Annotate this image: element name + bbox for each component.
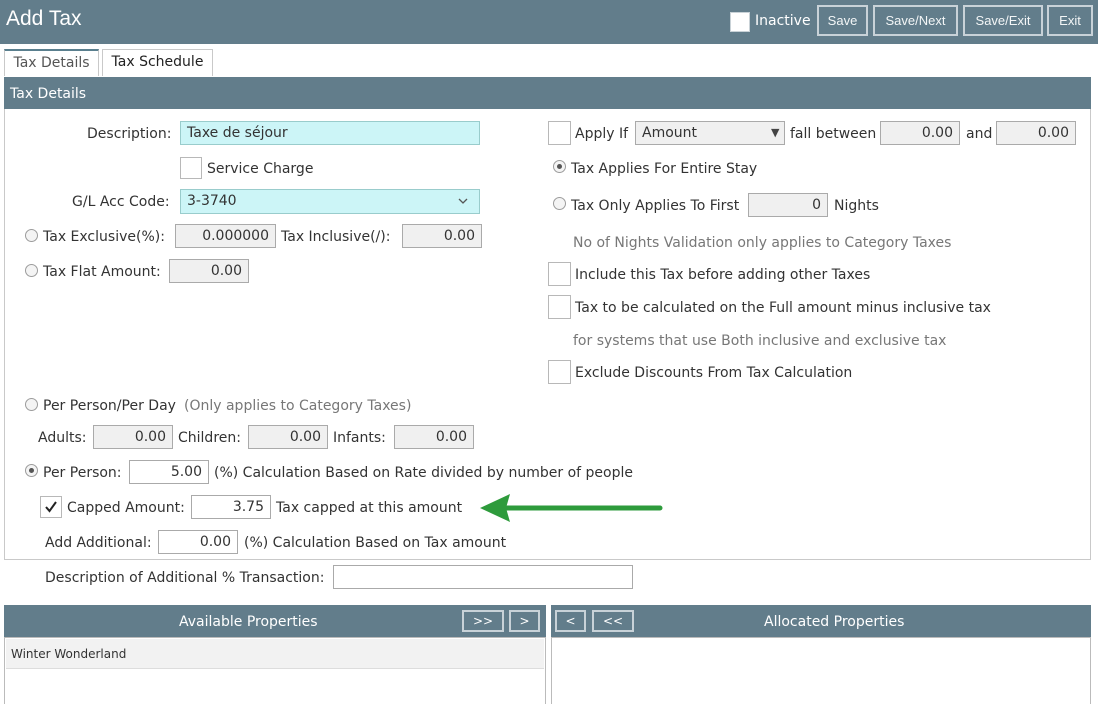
tax-exclusive-field[interactable]: 0.000000 — [175, 224, 276, 248]
apply-if-checkbox[interactable] — [548, 121, 571, 145]
fall-between-to-field[interactable]: 0.00 — [996, 121, 1076, 145]
allocated-properties-title: Allocated Properties — [764, 614, 905, 630]
entire-stay-label: Tax Applies For Entire Stay — [571, 161, 758, 177]
exclude-discounts-checkbox[interactable] — [548, 360, 571, 384]
move-left-button[interactable]: < — [555, 610, 586, 632]
description-field[interactable]: Taxe de séjour — [180, 121, 480, 145]
gl-acc-code-value: 3-3740 — [187, 193, 237, 209]
tab-tax-schedule[interactable]: Tax Schedule — [102, 49, 213, 76]
tax-flat-amount-label: Tax Flat Amount: — [43, 264, 161, 280]
per-person-label: Per Person: — [43, 465, 122, 481]
per-person-per-day-radio[interactable] — [25, 398, 38, 411]
per-person-field[interactable]: 5.00 — [129, 460, 209, 484]
checkmark-icon — [45, 501, 57, 513]
capped-amount-label: Capped Amount: — [67, 500, 185, 516]
service-charge-checkbox[interactable] — [180, 157, 202, 179]
per-person-per-day-note: (Only applies to Category Taxes) — [184, 398, 412, 414]
per-person-per-day-label: Per Person/Per Day — [43, 398, 176, 414]
move-right-button[interactable]: > — [509, 610, 540, 632]
infants-field[interactable]: 0.00 — [394, 425, 474, 449]
annotation-arrow-icon — [480, 494, 663, 522]
tab-tax-details[interactable]: Tax Details — [4, 49, 99, 76]
apply-if-select-value: Amount — [642, 125, 698, 141]
include-before-checkbox[interactable] — [548, 262, 571, 286]
tax-exclusive-radio[interactable] — [25, 229, 38, 242]
include-before-label: Include this Tax before adding other Tax… — [575, 267, 871, 283]
first-nights-label: Tax Only Applies To First — [571, 198, 740, 214]
tax-exclusive-label: Tax Exclusive(%): — [43, 229, 165, 245]
panel-title: Tax Details — [10, 86, 87, 102]
available-properties-title: Available Properties — [179, 614, 318, 630]
gl-acc-code-label: G/L Acc Code: — [72, 194, 170, 210]
service-charge-label: Service Charge — [207, 161, 314, 177]
nights-validation-note: No of Nights Validation only applies to … — [573, 235, 952, 251]
description-label: Description: — [87, 126, 172, 142]
page-title: Add Tax — [6, 7, 82, 30]
add-additional-field[interactable]: 0.00 — [158, 530, 238, 554]
first-nights-field[interactable]: 0 — [748, 193, 828, 217]
children-field[interactable]: 0.00 — [248, 425, 328, 449]
per-person-note: (%) Calculation Based on Rate divided by… — [214, 465, 633, 481]
full-amount-label: Tax to be calculated on the Full amount … — [575, 300, 991, 316]
inactive-checkbox[interactable] — [730, 12, 750, 32]
save-next-button[interactable]: Save/Next — [873, 5, 958, 36]
fall-between-from-field[interactable]: 0.00 — [880, 121, 960, 145]
exclude-discounts-label: Exclude Discounts From Tax Calculation — [575, 365, 853, 381]
panel-header — [4, 77, 1091, 109]
dropdown-arrow-icon: ▼ — [771, 126, 780, 139]
tax-inclusive-label: Tax Inclusive(/): — [281, 229, 391, 245]
full-amount-checkbox[interactable] — [548, 295, 571, 319]
tax-inclusive-field[interactable]: 0.00 — [402, 224, 482, 248]
infants-label: Infants: — [333, 430, 386, 446]
move-all-right-button[interactable]: >> — [462, 610, 504, 632]
description-additional-field[interactable] — [333, 565, 633, 589]
allocated-properties-list[interactable] — [551, 637, 1091, 704]
description-additional-label: Description of Additional % Transaction: — [45, 570, 325, 586]
save-button[interactable]: Save — [817, 5, 868, 36]
apply-if-select[interactable]: Amount — [635, 121, 785, 145]
add-additional-note: (%) Calculation Based on Tax amount — [244, 535, 507, 551]
save-exit-button[interactable]: Save/Exit — [963, 5, 1043, 36]
per-person-radio[interactable] — [25, 464, 38, 477]
first-nights-radio[interactable] — [553, 197, 566, 210]
exit-button[interactable]: Exit — [1047, 5, 1093, 36]
fall-between-label: fall between — [790, 126, 877, 142]
inactive-label: Inactive — [755, 13, 811, 29]
adults-label: Adults: — [38, 430, 87, 446]
tax-flat-amount-field[interactable]: 0.00 — [169, 259, 249, 283]
capped-amount-field[interactable]: 3.75 — [191, 495, 271, 519]
gl-acc-code-select[interactable]: 3-3740 — [180, 189, 480, 214]
tax-flat-amount-radio[interactable] — [25, 264, 38, 277]
nights-label: Nights — [834, 198, 879, 214]
capped-amount-note: Tax capped at this amount — [276, 500, 463, 516]
list-item[interactable]: Winter Wonderland — [6, 639, 544, 669]
adults-field[interactable]: 0.00 — [93, 425, 173, 449]
add-additional-label: Add Additional: — [45, 535, 152, 551]
chevron-down-icon — [458, 198, 468, 204]
and-label: and — [966, 126, 993, 142]
apply-if-label: Apply If — [575, 126, 629, 142]
move-all-left-button[interactable]: << — [592, 610, 634, 632]
children-label: Children: — [178, 430, 241, 446]
entire-stay-radio[interactable] — [553, 160, 566, 173]
full-amount-note: for systems that use Both inclusive and … — [573, 333, 947, 349]
